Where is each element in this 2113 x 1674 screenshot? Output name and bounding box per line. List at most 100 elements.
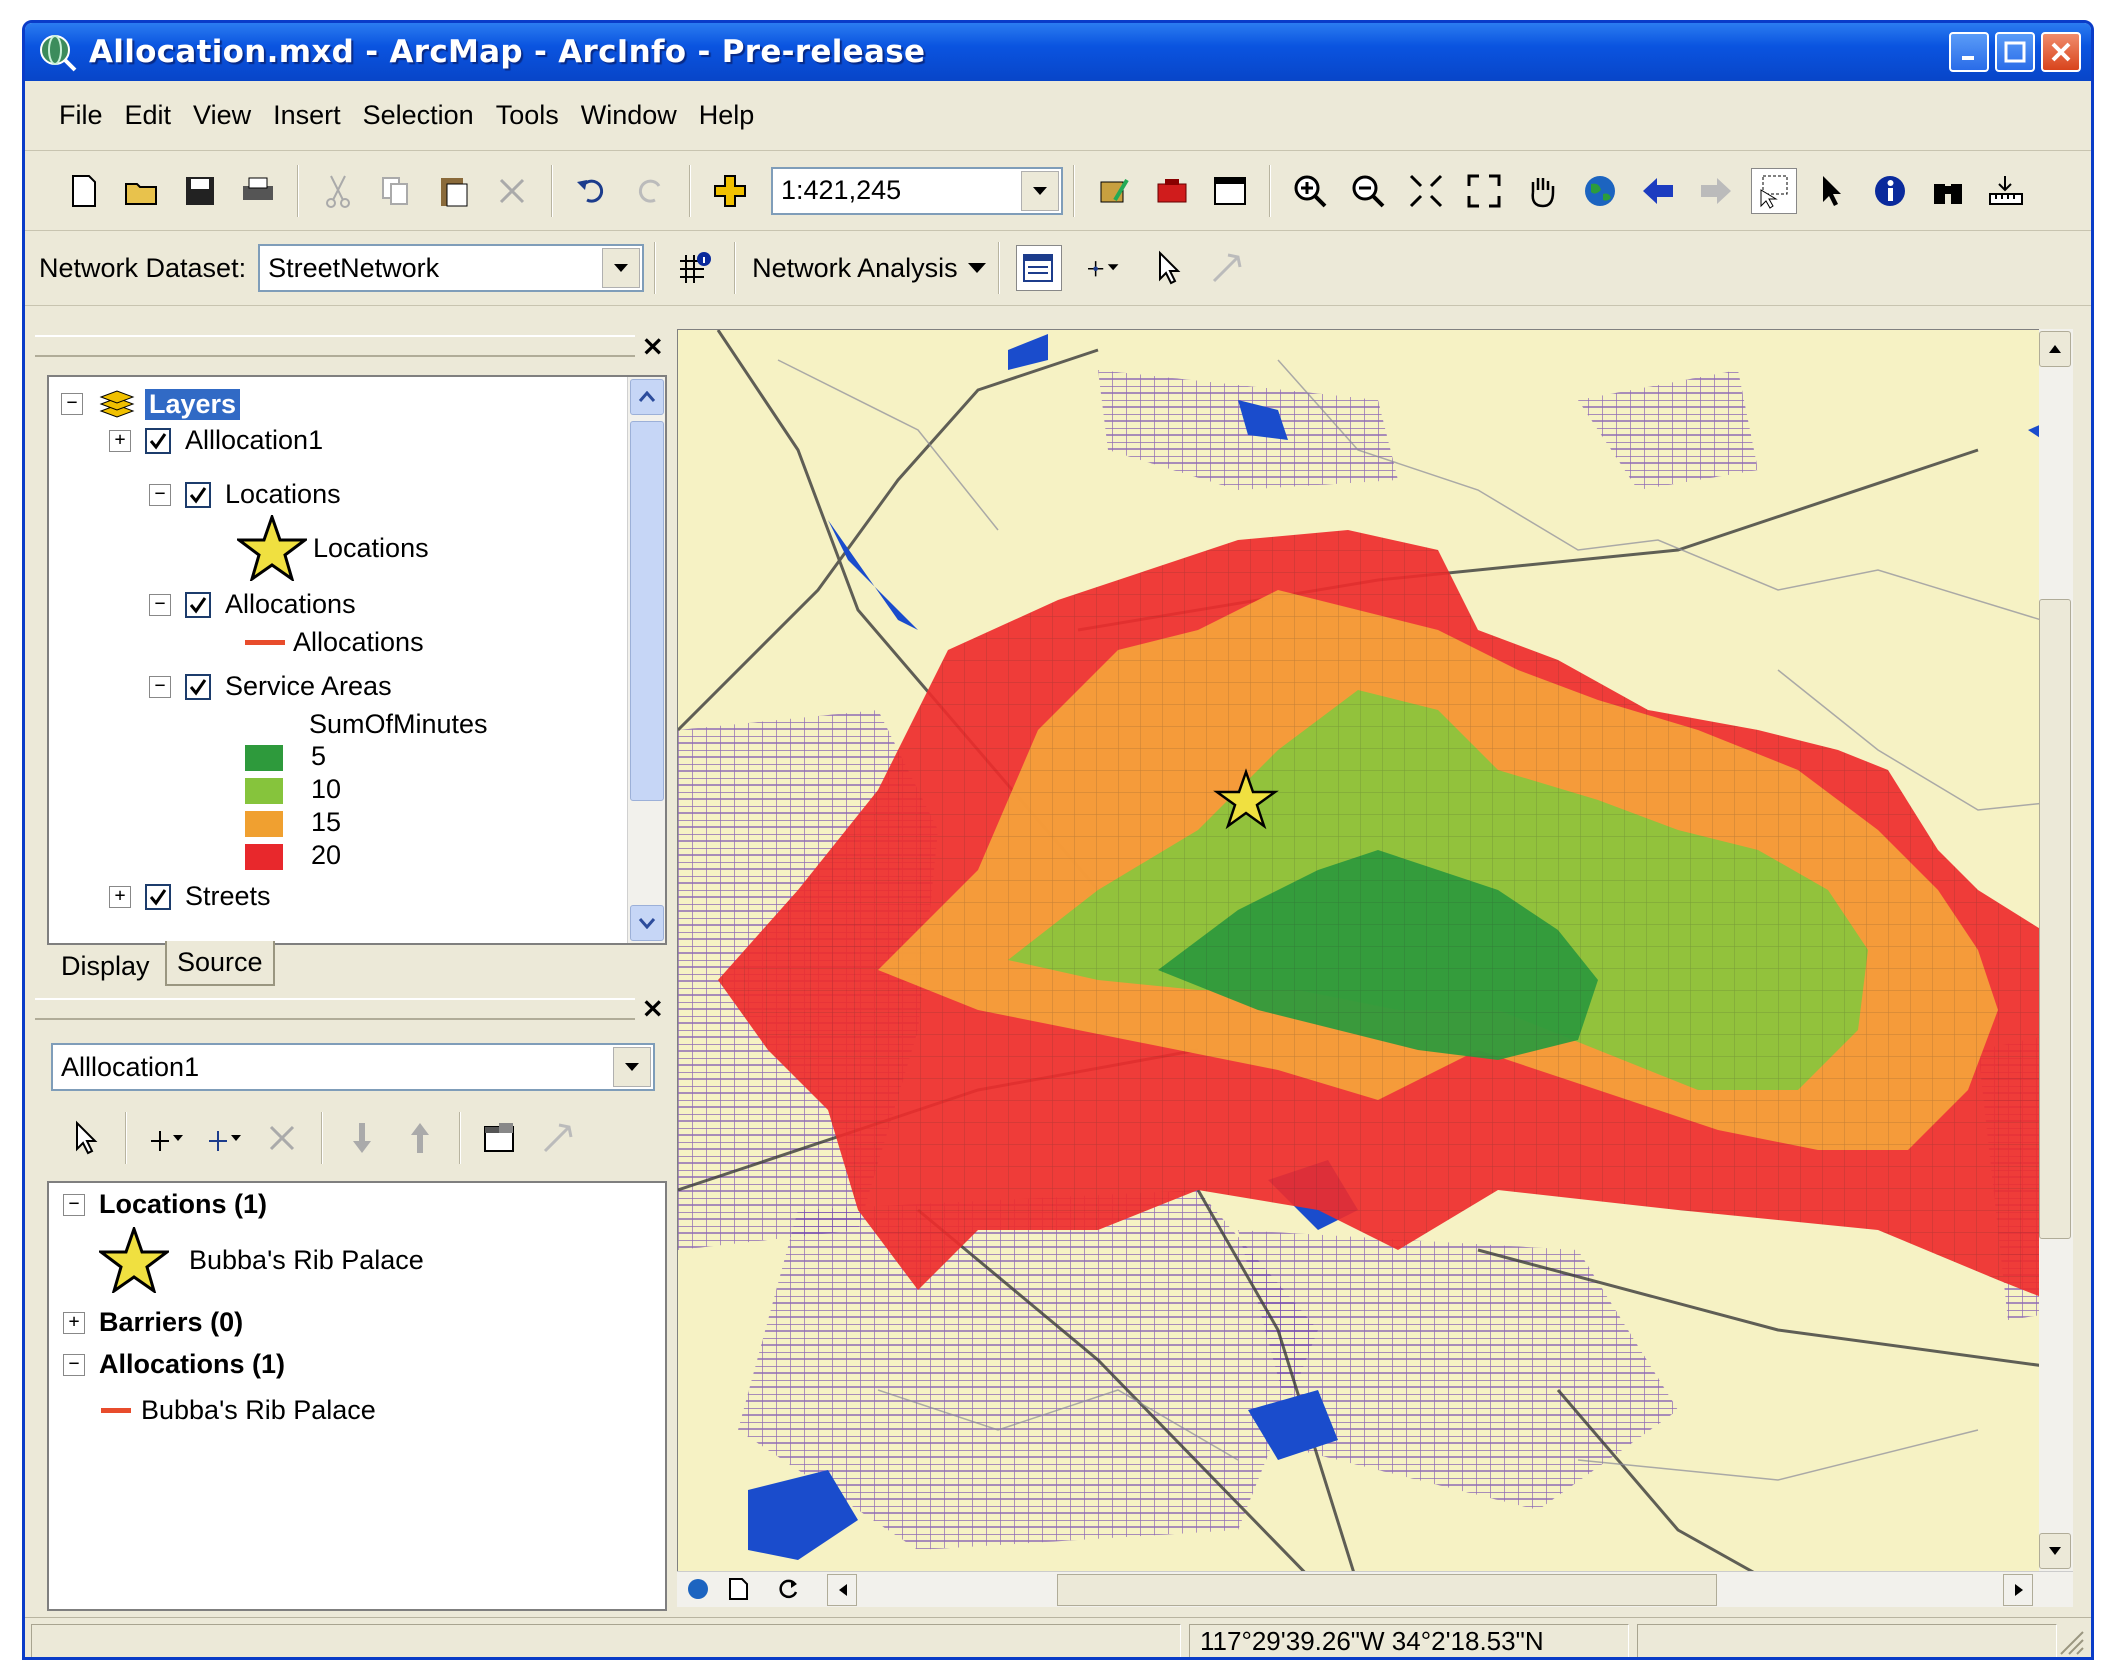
scroll-up-button[interactable]: [630, 379, 664, 415]
forward-extent-button[interactable]: [1693, 168, 1739, 214]
scroll-down-button[interactable]: [630, 905, 664, 941]
editor-toolbar-button[interactable]: [1091, 168, 1137, 214]
menu-help[interactable]: Help: [699, 100, 755, 131]
na-add-location-button[interactable]: [143, 1115, 189, 1161]
map-horizontal-scrollbar[interactable]: [677, 1571, 2073, 1607]
title-bar[interactable]: Allocation.mxd - ArcMap - ArcInfo - Pre-…: [25, 23, 2091, 81]
menu-insert[interactable]: Insert: [273, 100, 341, 131]
toc-vertical-scrollbar[interactable]: [627, 377, 665, 943]
measure-button[interactable]: [1983, 168, 2029, 214]
toc-title-strip[interactable]: [35, 335, 635, 357]
zoom-out-button[interactable]: [1345, 168, 1391, 214]
layout-view-button[interactable]: [725, 1576, 753, 1604]
na-solve-button[interactable]: [535, 1115, 581, 1161]
tab-source[interactable]: Source: [165, 941, 275, 986]
back-extent-button[interactable]: [1635, 168, 1681, 214]
menu-window[interactable]: Window: [581, 100, 677, 131]
find-button[interactable]: [1925, 168, 1971, 214]
layer-visibility-checkbox[interactable]: [145, 883, 171, 910]
map-scroll-left-button[interactable]: [827, 1574, 857, 1606]
toc-sublayer-locations[interactable]: − Locations: [149, 479, 341, 510]
na-location-item[interactable]: Bubba's Rib Palace: [99, 1227, 424, 1293]
undo-button[interactable]: [569, 168, 615, 214]
na-properties-button[interactable]: [477, 1115, 523, 1161]
toc-sublayer-service-areas[interactable]: − Service Areas: [149, 671, 392, 702]
build-network-button[interactable]: [672, 245, 718, 291]
na-window-close-button[interactable]: ×: [641, 991, 664, 1024]
expand-toggle[interactable]: +: [109, 885, 131, 908]
collapse-toggle[interactable]: −: [61, 393, 83, 415]
network-analyst-window-button[interactable]: [1015, 245, 1062, 291]
layer-visibility-checkbox[interactable]: [185, 481, 211, 508]
map-scroll-up-button[interactable]: [2039, 331, 2071, 367]
expand-toggle[interactable]: +: [109, 429, 131, 452]
toc-sublayer-allocations[interactable]: − Allocations: [149, 589, 356, 620]
select-network-location-button[interactable]: [1146, 245, 1192, 291]
fixed-zoom-out-button[interactable]: [1461, 168, 1507, 214]
na-create-location-button[interactable]: [201, 1115, 247, 1161]
resize-grip-icon[interactable]: [2055, 1626, 2085, 1656]
add-data-button[interactable]: [707, 168, 753, 214]
select-features-button[interactable]: [1751, 167, 1797, 214]
select-elements-button[interactable]: [1809, 168, 1855, 214]
network-analysis-menu[interactable]: Network Analysis: [752, 253, 988, 284]
scale-dropdown-arrow[interactable]: [1021, 170, 1059, 211]
toc-root-row[interactable]: − Layers: [61, 387, 241, 421]
solve-button[interactable]: [1204, 245, 1250, 291]
command-line-button[interactable]: [1207, 168, 1253, 214]
map-hscroll-thumb[interactable]: [1057, 1574, 1717, 1606]
menu-edit[interactable]: Edit: [125, 100, 172, 131]
pan-button[interactable]: [1519, 168, 1565, 214]
collapse-toggle[interactable]: −: [149, 675, 171, 698]
network-dataset-combo[interactable]: StreetNetwork: [258, 244, 645, 292]
layer-visibility-checkbox[interactable]: [145, 427, 171, 454]
open-button[interactable]: [119, 168, 165, 214]
na-delete-button[interactable]: [259, 1115, 305, 1161]
fixed-zoom-in-button[interactable]: [1403, 168, 1449, 214]
menu-selection[interactable]: Selection: [363, 100, 474, 131]
na-move-up-button[interactable]: [397, 1115, 443, 1161]
layer-visibility-checkbox[interactable]: [185, 673, 211, 700]
collapse-toggle[interactable]: −: [63, 1353, 85, 1376]
cut-button[interactable]: [315, 168, 361, 214]
menu-file[interactable]: File: [59, 100, 103, 131]
menu-view[interactable]: View: [193, 100, 251, 131]
na-class-barriers[interactable]: + Barriers (0): [63, 1307, 243, 1338]
analysis-layer-dropdown-arrow[interactable]: [613, 1047, 651, 1087]
analysis-layer-combo[interactable]: Alllocation1: [51, 1043, 655, 1091]
full-extent-button[interactable]: [1577, 168, 1623, 214]
close-button[interactable]: [2041, 32, 2081, 72]
collapse-toggle[interactable]: −: [63, 1193, 85, 1216]
identify-button[interactable]: [1867, 168, 1913, 214]
data-view-button[interactable]: [685, 1576, 713, 1604]
map-vertical-scrollbar[interactable]: [2039, 329, 2073, 1585]
delete-button[interactable]: [489, 168, 535, 214]
tab-display[interactable]: Display: [51, 945, 160, 988]
network-dataset-dropdown-arrow[interactable]: [602, 248, 641, 288]
layer-visibility-checkbox[interactable]: [185, 591, 211, 618]
na-class-locations[interactable]: − Locations (1): [63, 1189, 267, 1220]
collapse-toggle[interactable]: −: [149, 483, 171, 506]
map-vscroll-thumb[interactable]: [2039, 599, 2071, 1239]
minimize-button[interactable]: [1949, 32, 1989, 72]
na-select-tool-button[interactable]: [63, 1115, 109, 1161]
save-button[interactable]: [177, 168, 223, 214]
map-scroll-down-button[interactable]: [2039, 1533, 2071, 1569]
toc-close-button[interactable]: ×: [641, 329, 664, 362]
paste-button[interactable]: [431, 168, 477, 214]
map-scroll-right-button[interactable]: [2003, 1574, 2033, 1606]
new-button[interactable]: [61, 168, 107, 214]
create-network-location-button[interactable]: [1074, 245, 1134, 291]
na-window-title-strip[interactable]: [35, 998, 635, 1020]
copy-button[interactable]: [373, 168, 419, 214]
toc-layer-allocation1[interactable]: + Alllocation1: [109, 425, 323, 456]
arctoolbox-button[interactable]: [1149, 168, 1195, 214]
print-button[interactable]: [235, 168, 281, 214]
menu-tools[interactable]: Tools: [496, 100, 559, 131]
map-display[interactable]: [677, 329, 2073, 1585]
refresh-view-button[interactable]: [775, 1576, 803, 1604]
na-class-allocations[interactable]: − Allocations (1): [63, 1349, 285, 1380]
redo-button[interactable]: [627, 168, 673, 214]
maximize-button[interactable]: [1995, 32, 2035, 72]
map-scale-combo[interactable]: 1:421,245: [771, 166, 1063, 215]
